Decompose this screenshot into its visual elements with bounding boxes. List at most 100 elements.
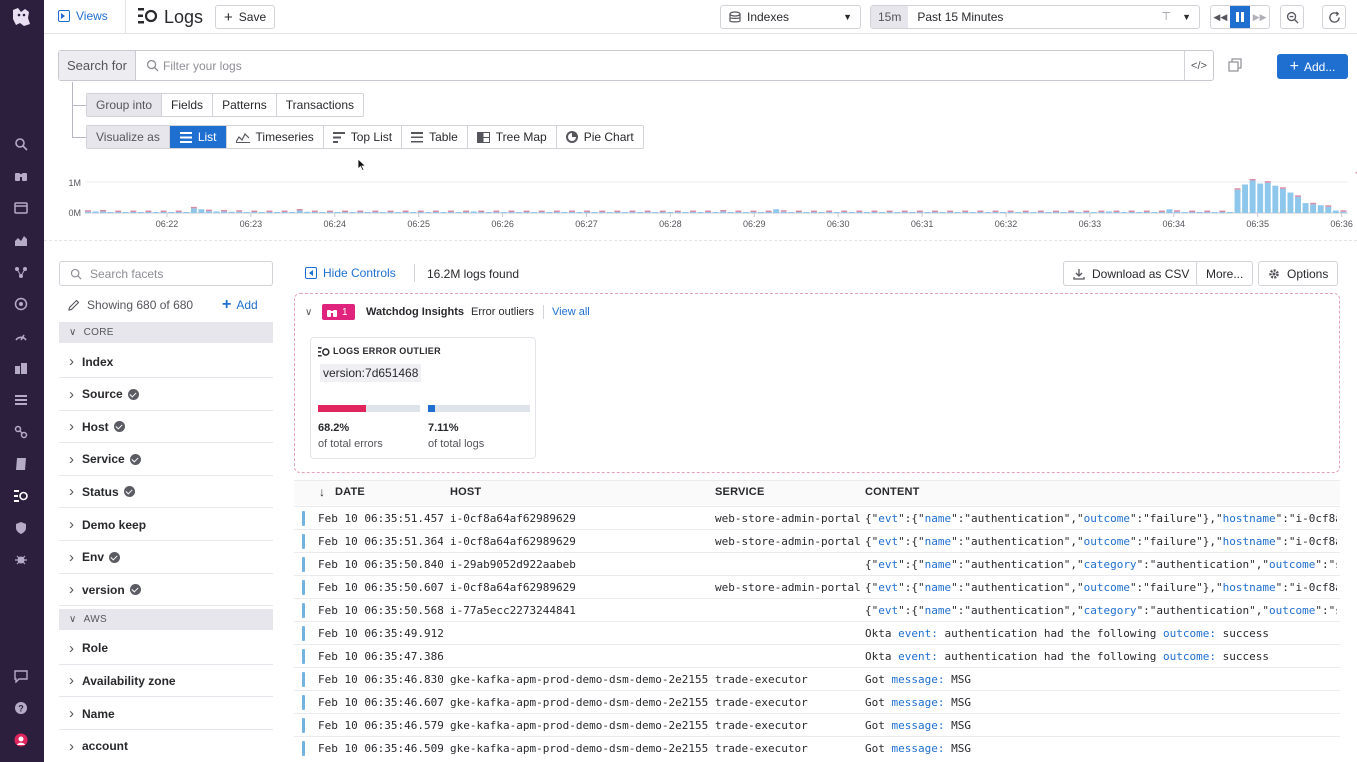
facet-item[interactable]: › Service [59, 444, 273, 476]
security-shield-icon[interactable] [12, 519, 30, 537]
error-bar [962, 210, 969, 213]
error-bar [599, 210, 606, 213]
cell-date: Feb 10 06:35:50.840 [318, 558, 443, 571]
error-bar [115, 210, 122, 213]
code-view-icon[interactable]: </> [1184, 51, 1213, 80]
views-button[interactable]: Views [58, 9, 108, 23]
error-outlier-card[interactable]: LOGS ERROR OUTLIER version:7d651468 68.2… [310, 337, 536, 459]
header-content[interactable]: CONTENT [865, 486, 920, 498]
viz-list-option[interactable]: List [169, 126, 227, 148]
logs-nav-icon[interactable] [12, 487, 30, 505]
histogram-bar [417, 212, 424, 213]
metrics-icon[interactable] [12, 231, 30, 249]
rewind-icon[interactable]: ◀◀ [1211, 6, 1230, 28]
chat-icon[interactable] [12, 667, 30, 685]
bug-icon[interactable] [12, 551, 30, 569]
sort-arrow-icon[interactable]: ↓ [319, 485, 325, 499]
list-icon[interactable] [12, 391, 30, 409]
binoculars-icon[interactable] [12, 167, 30, 185]
hide-controls-label: Hide Controls [323, 266, 396, 280]
table-row[interactable]: Feb 10 06:35:47.386 Okta event: authentic… [294, 644, 1340, 667]
error-bar [811, 210, 817, 213]
histogram-bar [258, 212, 265, 213]
table-row[interactable]: Feb 10 06:35:51.364 i-0cf8a64af62989629 we… [294, 529, 1340, 552]
facet-item[interactable]: › Availability zone [59, 665, 273, 698]
table-row[interactable]: Feb 10 06:35:50.568 i-77a5ecc2273244841 {"… [294, 598, 1340, 621]
table-row[interactable]: Feb 10 06:35:46.830 gke-kafka-apm-prod-de… [294, 667, 1340, 690]
viz-timeseries-option[interactable]: Timeseries [227, 126, 324, 148]
help-icon[interactable]: ? [12, 699, 30, 717]
histogram-bar [228, 211, 235, 213]
facet-item[interactable]: › Status [59, 476, 273, 509]
facet-item[interactable]: › Name [59, 698, 273, 730]
pause-icon[interactable] [1229, 6, 1251, 28]
table-row[interactable]: Feb 10 06:35:50.840 i-29ab9052d922aabeb {"… [294, 552, 1340, 575]
svg-text:?: ? [18, 704, 24, 714]
table-row[interactable]: Feb 10 06:35:51.457 i-0cf8a64af62989629 we… [294, 506, 1340, 529]
more-button[interactable]: More... [1196, 261, 1254, 286]
download-csv-button[interactable]: Download as CSV [1063, 261, 1200, 286]
header-service[interactable]: SERVICE [715, 486, 765, 498]
time-range-select[interactable]: 15m Past 15 Minutes ⊤ ▼ [870, 5, 1200, 29]
facet-search[interactable]: Search facets [59, 261, 273, 286]
table-row[interactable]: Feb 10 06:35:49.912 Okta event: authentic… [294, 621, 1340, 644]
facet-item[interactable]: › Role [59, 633, 273, 665]
histogram-bar [1030, 212, 1037, 213]
notebook-icon[interactable] [12, 455, 30, 473]
datadog-logo-icon[interactable] [8, 4, 34, 30]
facet-item[interactable]: › Host [59, 411, 273, 444]
facet-item[interactable]: › Source [59, 379, 273, 411]
hide-controls-button[interactable]: Hide Controls [305, 266, 396, 280]
table-row[interactable]: Feb 10 06:35:46.509 gke-kafka-apm-prod-de… [294, 736, 1340, 759]
group-patterns-option[interactable]: Patterns [213, 94, 277, 116]
options-button[interactable]: Options [1258, 261, 1339, 286]
histogram-bar [425, 212, 432, 213]
log-volume-histogram[interactable]: 1M 0M 06:22 06:23 06:24 06:25 06:26 06:27 06:28 0… [58, 172, 1357, 234]
apm-icon[interactable] [12, 327, 30, 345]
error-bar [1068, 210, 1075, 213]
facet-item[interactable]: › account [59, 731, 273, 762]
infrastructure-icon[interactable] [12, 359, 30, 377]
search-nav-icon[interactable] [12, 135, 30, 153]
forward-icon[interactable]: ▶▶ [1250, 6, 1269, 28]
viz-table-option[interactable]: Table [402, 126, 468, 148]
header-date[interactable]: DATE [335, 486, 365, 498]
cell-content: {"evt":{"name":"authentication","outcome… [865, 581, 1337, 594]
facet-item-label: Name [82, 706, 115, 721]
visualize-as-label: Visualize as [87, 126, 170, 148]
viz-treemap-option[interactable]: Tree Map [468, 126, 557, 148]
search-input[interactable] [145, 57, 1145, 75]
table-row[interactable]: Feb 10 06:35:46.579 gke-kafka-apm-prod-de… [294, 713, 1340, 736]
facet-item[interactable]: › version [59, 574, 273, 607]
chevron-down-icon[interactable]: ∨ [305, 307, 312, 318]
facet-group-header[interactable]: ∨ CORE [59, 322, 273, 343]
zoom-out-button[interactable] [1280, 5, 1304, 29]
viz-toplist-option[interactable]: Top List [324, 126, 403, 148]
save-button[interactable]: + Save [215, 5, 276, 29]
facet-item-label: Source [82, 387, 123, 402]
facet-item[interactable]: › Demo keep [59, 509, 273, 541]
facet-item[interactable]: › Index [59, 346, 273, 378]
user-avatar-icon[interactable] [12, 731, 30, 749]
table-row[interactable]: Feb 10 06:35:46.607 gke-kafka-apm-prod-de… [294, 690, 1340, 713]
table-row[interactable]: Feb 10 06:35:50.607 i-0cf8a64af62989629 we… [294, 575, 1340, 598]
group-fields-option[interactable]: Fields [162, 94, 214, 116]
download-icon [1073, 268, 1085, 280]
histogram-bar [410, 212, 417, 213]
facet-group-header[interactable]: ∨ AWS [59, 608, 273, 630]
viz-piechart-option[interactable]: Pie Chart [557, 126, 643, 148]
header-host[interactable]: HOST [450, 486, 481, 498]
network-icon[interactable] [12, 423, 30, 441]
monitors-icon[interactable] [12, 295, 30, 313]
add-button[interactable]: + Add... [1277, 54, 1348, 79]
facet-item[interactable]: › Env [59, 542, 273, 574]
integrations-icon[interactable] [12, 263, 30, 281]
group-transactions-option[interactable]: Transactions [277, 94, 363, 116]
view-all-link[interactable]: View all [552, 306, 590, 318]
dashboard-icon[interactable] [12, 199, 30, 217]
refresh-button[interactable] [1322, 5, 1346, 29]
indexes-select[interactable]: Indexes ▼ [720, 5, 861, 29]
add-facet-button[interactable]: + Add [222, 297, 258, 313]
pencil-icon[interactable] [68, 299, 80, 311]
copy-icon[interactable] [1228, 58, 1242, 72]
